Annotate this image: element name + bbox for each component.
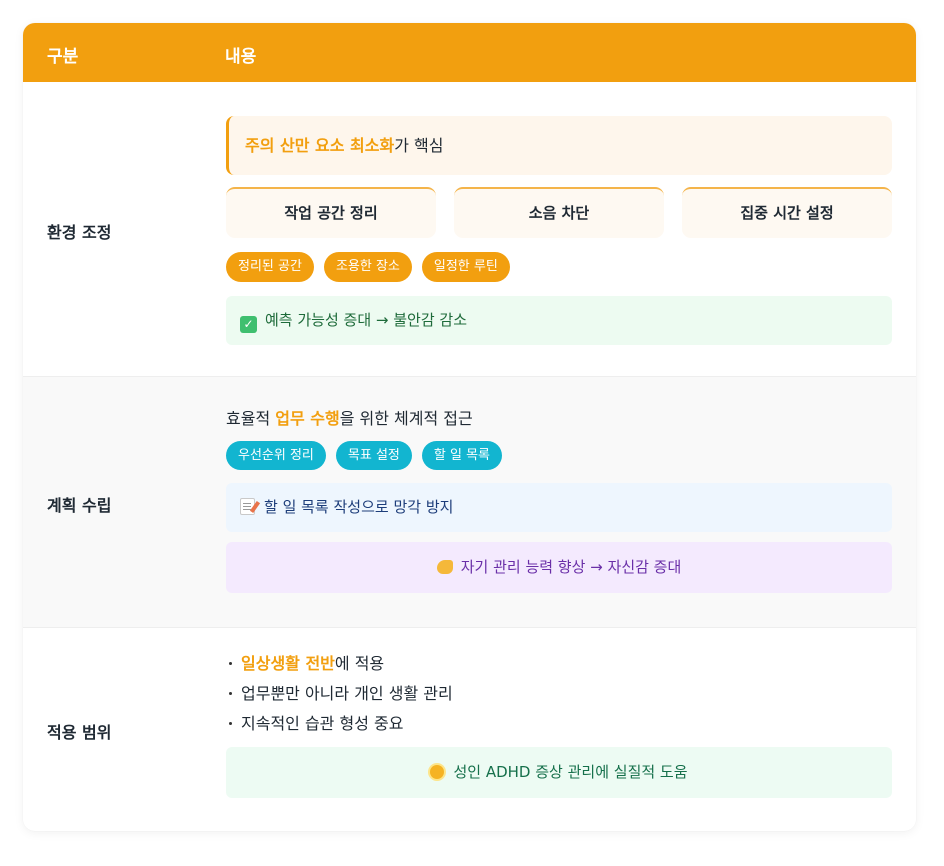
bullet-icon (229, 691, 232, 695)
result-note-text: 예측 가능성 증대 → 불안감 감소 (265, 311, 468, 329)
tip-note: 할 일 목록 작성으로 망각 방지 (226, 483, 892, 532)
list-item: 업무뿐만 아니라 개인 생활 관리 (226, 679, 892, 709)
tag-pill: 조용한 장소 (323, 252, 412, 282)
method-box: 소음 차단 (454, 187, 664, 238)
row-label: 환경 조정 (47, 223, 112, 242)
sun-icon (430, 765, 445, 779)
tag-pill: 목표 설정 (335, 441, 412, 470)
intro-pre: 효율적 (226, 409, 276, 428)
tag-pill: 일정한 루틴 (421, 252, 510, 282)
result-note: ✓ 예측 가능성 증대 → 불안감 감소 (226, 296, 892, 345)
benefit-note: 자기 관리 능력 향상 → 자신감 증대 (226, 542, 892, 593)
tag-list: 우선순위 정리 목표 설정 할 일 목록 (226, 441, 892, 470)
row-label: 계획 수립 (47, 496, 112, 515)
key-point-callout: 주의 산만 요소 최소화가 핵심 (226, 116, 892, 175)
flexed-biceps-icon (436, 560, 453, 574)
header-content: 내용 (225, 47, 257, 67)
intro-post: 을 위한 체계적 접근 (339, 409, 473, 428)
list-item-text: 지속적인 습관 형성 중요 (241, 714, 404, 733)
tag-pill: 정리된 공간 (226, 252, 314, 282)
row-content: 일상생활 전반에 적용 업무뿐만 아니라 개인 생활 관리 지속적인 습관 형성… (226, 649, 892, 798)
list-item-text: 업무뿐만 아니라 개인 생활 관리 (241, 684, 453, 703)
callout-text: 가 핵심 (394, 136, 444, 155)
info-table: 구분 내용 환경 조정 주의 산만 요소 최소화가 핵심 작업 공간 정리 소음… (23, 23, 916, 831)
row-label: 적용 범위 (47, 723, 112, 742)
table-row: 계획 수립 효율적 업무 수행을 위한 체계적 접근 우선순위 정리 목표 설정… (23, 377, 916, 628)
tip-note-text: 할 일 목록 작성으로 망각 방지 (264, 498, 454, 516)
table-row: 환경 조정 주의 산만 요소 최소화가 핵심 작업 공간 정리 소음 차단 집중… (23, 82, 916, 377)
list-item: 지속적인 습관 형성 중요 (226, 709, 892, 739)
bullet-icon (229, 661, 232, 665)
tag-pill: 할 일 목록 (421, 441, 502, 470)
list-item-text: 에 적용 (334, 654, 385, 673)
table-row: 적용 범위 일상생활 전반에 적용 업무뿐만 아니라 개인 생활 관리 지속적인… (23, 628, 916, 830)
method-boxes: 작업 공간 정리 소음 차단 집중 시간 설정 (226, 187, 892, 238)
summary-note: 성인 ADHD 증상 관리에 실질적 도움 (226, 747, 892, 798)
table-header: 구분 내용 (23, 23, 916, 82)
row-content: 효율적 업무 수행을 위한 체계적 접근 우선순위 정리 목표 설정 할 일 목… (226, 405, 892, 593)
intro-highlight: 업무 수행 (275, 409, 340, 428)
tag-list: 정리된 공간 조용한 장소 일정한 루틴 (226, 252, 892, 282)
method-box: 작업 공간 정리 (226, 187, 436, 238)
check-mark-icon: ✓ (240, 316, 257, 333)
memo-icon (240, 498, 255, 515)
scope-list: 일상생활 전반에 적용 업무뿐만 아니라 개인 생활 관리 지속적인 습관 형성… (226, 649, 892, 739)
intro-text: 효율적 업무 수행을 위한 체계적 접근 (226, 405, 892, 429)
tag-pill: 우선순위 정리 (226, 441, 326, 470)
bullet-icon (229, 721, 232, 725)
callout-highlight: 주의 산만 요소 최소화 (245, 136, 395, 155)
method-box: 집중 시간 설정 (682, 187, 892, 238)
row-content: 주의 산만 요소 최소화가 핵심 작업 공간 정리 소음 차단 집중 시간 설정… (226, 116, 892, 345)
summary-note-text: 성인 ADHD 증상 관리에 실질적 도움 (453, 763, 688, 781)
list-item-highlight: 일상생활 전반 (241, 654, 335, 673)
header-category: 구분 (47, 47, 79, 67)
list-item: 일상생활 전반에 적용 (226, 649, 892, 679)
benefit-note-text: 자기 관리 능력 향상 → 자신감 증대 (460, 558, 682, 576)
